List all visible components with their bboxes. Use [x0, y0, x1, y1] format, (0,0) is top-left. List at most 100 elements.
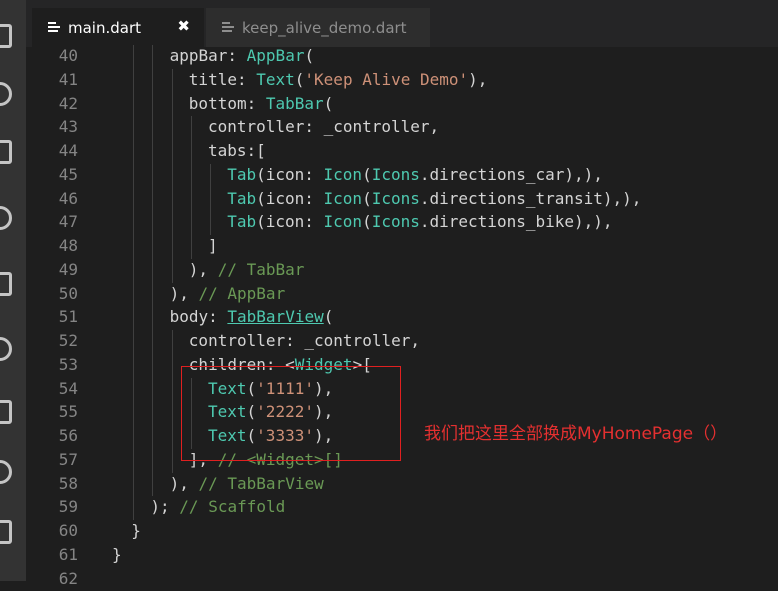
- code-line[interactable]: 41 title: Text('Keep Alive Demo'),: [26, 68, 778, 92]
- close-icon[interactable]: ✖: [177, 17, 190, 35]
- indent-guide: [133, 258, 135, 283]
- code-text: Tab(icon: Icon(Icons.directions_bike),),: [227, 210, 612, 234]
- code-line[interactable]: 60}: [26, 519, 778, 543]
- code-line[interactable]: 51 body: TabBarView(: [26, 305, 778, 329]
- line-number: 62: [58, 568, 78, 588]
- code-line[interactable]: 50), // AppBar: [26, 282, 778, 306]
- activity-bar: [0, 0, 26, 581]
- code-text: ]: [208, 234, 218, 258]
- indent-guide: [171, 353, 173, 378]
- code-token: // Scaffold: [179, 497, 286, 517]
- code-editor[interactable]: 40 appBar: AppBar(41 title: Text('Keep Ali…: [26, 44, 778, 588]
- indent-guide: [133, 401, 135, 425]
- code-token: Icon: [323, 212, 363, 232]
- tab-main-dart[interactable]: main.dart ✖: [32, 8, 204, 47]
- code-token: ),: [188, 259, 218, 279]
- line-number: 45: [58, 164, 78, 184]
- indent-guide: [190, 116, 192, 140]
- indent-guide: [133, 140, 135, 164]
- code-text: ); // Scaffold: [150, 495, 285, 519]
- debug-icon[interactable]: [0, 206, 12, 230]
- indent-guide: [190, 211, 192, 235]
- indent-guide: [133, 45, 135, 69]
- code-line[interactable]: 44 tabs:[: [26, 139, 778, 163]
- code-line[interactable]: 46 Tab(icon: Icon(Icons.directions_transi…: [26, 187, 778, 211]
- line-number: 42: [58, 93, 78, 113]
- code-token: controller: _controller,: [208, 117, 440, 137]
- indent-guide: [133, 377, 135, 402]
- indent-guide: [152, 45, 154, 69]
- account-icon[interactable]: [0, 520, 12, 544]
- line-number: 40: [58, 46, 78, 65]
- extensions-icon[interactable]: [0, 272, 12, 296]
- flask-icon[interactable]: [0, 337, 12, 361]
- line-number: 59: [58, 497, 78, 517]
- indent-guide: [152, 472, 154, 497]
- copy-icon[interactable]: [0, 400, 12, 424]
- code-token: 'Keep Alive Demo': [304, 69, 469, 89]
- code-text: title: Text('Keep Alive Demo'),: [189, 68, 488, 92]
- indent-guide: [171, 425, 173, 449]
- indent-guide: [133, 68, 135, 93]
- indent-guide: [152, 401, 154, 425]
- code-token: body:: [169, 307, 228, 327]
- code-token: Text: [256, 69, 295, 89]
- file-lines-icon: [222, 22, 234, 33]
- code-token: bottom:: [188, 93, 266, 113]
- indent-guide: [210, 211, 211, 235]
- indent-guide: [171, 235, 173, 259]
- code-line[interactable]: 53 children: <Widget>[: [26, 353, 778, 377]
- code-line[interactable]: 62: [26, 567, 778, 591]
- code-token: }: [131, 521, 141, 540]
- code-text: controller: _controller,: [208, 115, 439, 139]
- tab-keep-alive-demo[interactable]: keep_alive_demo.dart: [206, 8, 430, 47]
- line-number: 53: [58, 354, 78, 374]
- source-control-icon[interactable]: [0, 140, 12, 164]
- indent-guide: [152, 330, 154, 354]
- tab-label: main.dart: [68, 18, 142, 37]
- code-line[interactable]: 47 Tab(icon: Icon(Icons.directions_bike),…: [26, 210, 778, 234]
- code-line[interactable]: 58), // TabBarView: [26, 472, 778, 496]
- code-line[interactable]: 45 Tab(icon: Icon(Icons.directions_car),)…: [26, 163, 778, 187]
- indent-guide: [152, 68, 154, 93]
- line-number: 52: [58, 331, 78, 350]
- code-line[interactable]: 40 appBar: AppBar(: [26, 44, 778, 68]
- indent-guide: [152, 377, 154, 402]
- code-line[interactable]: 57], // <Widget>[]: [26, 448, 778, 472]
- code-token: (: [362, 212, 372, 232]
- code-token: tabs:[: [208, 141, 266, 160]
- remote-icon[interactable]: [0, 460, 12, 484]
- explorer-icon[interactable]: [0, 24, 12, 48]
- annotation-text: 我们把这里全部换成MyHomePage（）: [424, 424, 728, 444]
- code-line[interactable]: 43 controller: _controller,: [26, 115, 778, 139]
- indent-guide: [171, 92, 173, 117]
- indent-guide: [152, 448, 154, 473]
- indent-guide: [210, 187, 211, 212]
- code-token: TabBarView: [227, 307, 324, 327]
- indent-guide: [152, 235, 154, 259]
- highlight-box: [181, 366, 401, 461]
- code-line[interactable]: 54 Text('1111'),: [26, 377, 778, 401]
- code-line[interactable]: 49), // TabBar: [26, 258, 778, 282]
- code-token: AppBar: [246, 46, 305, 65]
- indent-guide: [152, 92, 154, 117]
- code-line[interactable]: 61}: [26, 543, 778, 567]
- tab-label: keep_alive_demo.dart: [242, 18, 407, 37]
- code-text: ), // TabBar: [189, 258, 305, 282]
- code-token: (: [323, 93, 334, 113]
- code-line[interactable]: 59 ); // Scaffold: [26, 495, 778, 519]
- code-token: (icon:: [256, 212, 324, 232]
- indent-guide: [133, 448, 135, 473]
- code-line[interactable]: 42 bottom: TabBar(: [26, 92, 778, 116]
- indent-guide: [133, 92, 135, 117]
- line-number: 46: [58, 188, 78, 208]
- code-line[interactable]: 48]: [26, 234, 778, 258]
- search-icon[interactable]: [0, 82, 12, 106]
- indent-guide: [133, 163, 135, 188]
- code-line[interactable]: 52 controller: _controller,: [26, 329, 778, 353]
- code-text: appBar: AppBar(: [170, 44, 315, 68]
- code-token: (icon:: [256, 188, 324, 208]
- indent-guide: [133, 211, 135, 235]
- indent-guide: [152, 425, 154, 449]
- code-token: .directions_car),),: [419, 164, 603, 184]
